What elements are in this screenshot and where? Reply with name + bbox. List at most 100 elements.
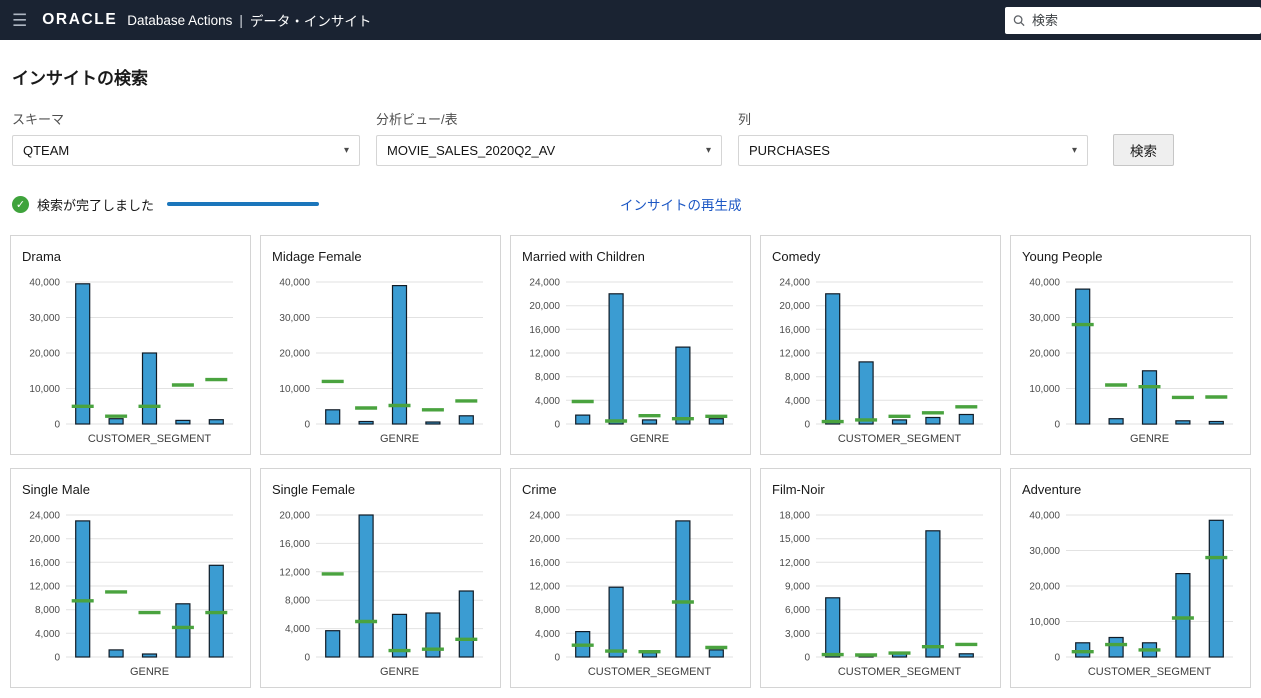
svg-text:20,000: 20,000 — [29, 534, 60, 545]
insight-card-title: Crime — [522, 482, 741, 497]
svg-text:GENRE: GENRE — [130, 666, 169, 678]
svg-text:8,000: 8,000 — [285, 596, 310, 607]
insight-chart: 0 4,000 8,000 12,000 16,000 20,000 GENRE — [270, 507, 491, 681]
column-label: 列 — [738, 109, 1088, 128]
svg-text:9,000: 9,000 — [785, 582, 810, 593]
search-input[interactable] — [1032, 13, 1253, 28]
schema-select[interactable]: QTEAM ▾ — [12, 135, 360, 166]
insight-chart: 010,00020,00030,00040,000GENRE — [270, 274, 491, 448]
hamburger-menu-icon[interactable]: ☰ — [12, 12, 27, 29]
insight-card[interactable]: Comedy 04,0008,00012,00016,00020,00024,0… — [760, 235, 1001, 455]
insight-card-title: Adventure — [1022, 482, 1241, 497]
svg-text:10,000: 10,000 — [279, 384, 310, 395]
chevron-down-icon: ▾ — [706, 145, 711, 156]
svg-text:0: 0 — [304, 420, 310, 431]
analytic-view-field: 分析ビュー/表 MOVIE_SALES_2020Q2_AV ▾ — [376, 109, 722, 166]
app-title[interactable]: Database Actions — [127, 13, 232, 28]
svg-text:6,000: 6,000 — [785, 605, 810, 616]
svg-text:12,000: 12,000 — [779, 349, 810, 360]
svg-text:15,000: 15,000 — [779, 534, 810, 545]
svg-text:12,000: 12,000 — [529, 582, 560, 593]
status-message: 検索が完了しました — [37, 195, 154, 214]
svg-text:20,000: 20,000 — [529, 301, 560, 312]
insights-grid: Drama 0 10,000 20,000 30,000 40,000 CUSTOMER_… — [10, 235, 1251, 688]
analytic-view-select[interactable]: MOVIE_SALES_2020Q2_AV ▾ — [376, 135, 722, 166]
insight-card[interactable]: Adventure 010,00020,00030,00040,000CUSTO… — [1010, 468, 1251, 688]
column-select[interactable]: PURCHASES ▾ — [738, 135, 1088, 166]
svg-text:8,000: 8,000 — [535, 372, 560, 383]
progress-line — [167, 202, 319, 206]
svg-text:CUSTOMER_SEGMENT: CUSTOMER_SEGMENT — [588, 666, 712, 678]
search-icon — [1013, 14, 1025, 27]
svg-text:0: 0 — [804, 653, 810, 664]
insight-card-title: Single Male — [22, 482, 241, 497]
insight-card-title: Single Female — [272, 482, 491, 497]
analytic-view-label: 分析ビュー/表 — [376, 109, 722, 128]
svg-text:0: 0 — [1054, 420, 1060, 431]
regenerate-insights-link[interactable]: インサイトの再生成 — [620, 194, 742, 214]
svg-text:8,000: 8,000 — [785, 372, 810, 383]
svg-text:24,000: 24,000 — [779, 278, 810, 289]
svg-text:10,000: 10,000 — [1029, 617, 1060, 628]
insight-card-title: Film-Noir — [772, 482, 991, 497]
svg-text:20,000: 20,000 — [279, 511, 310, 522]
search-button[interactable]: 検索 — [1113, 134, 1174, 166]
status-row: ✓ 検索が完了しました インサイトの再生成 — [12, 194, 1249, 214]
svg-text:12,000: 12,000 — [779, 558, 810, 569]
success-check-icon: ✓ — [12, 196, 29, 213]
insight-chart: 04,0008,00012,00016,00020,00024,000CUSTO… — [520, 507, 741, 681]
svg-text:20,000: 20,000 — [1029, 582, 1060, 593]
svg-text:12,000: 12,000 — [279, 567, 310, 578]
global-search-box[interactable] — [1005, 7, 1261, 34]
svg-text:16,000: 16,000 — [279, 539, 310, 550]
svg-text:16,000: 16,000 — [29, 558, 60, 569]
svg-text:20,000: 20,000 — [29, 349, 60, 360]
page-title: インサイトの検索 — [12, 64, 1261, 89]
svg-text:0: 0 — [554, 653, 560, 664]
insight-card[interactable]: Drama 010,00020,00030,00040,000CUSTOMER_… — [10, 235, 251, 455]
chevron-down-icon: ▾ — [1072, 145, 1077, 156]
svg-text:40,000: 40,000 — [279, 278, 310, 289]
svg-text:0: 0 — [54, 653, 60, 664]
chevron-down-icon: ▾ — [344, 145, 349, 156]
svg-text:12,000: 12,000 — [529, 349, 560, 360]
svg-text:0: 0 — [554, 420, 560, 431]
svg-text:4,000: 4,000 — [535, 629, 560, 640]
svg-text:GENRE: GENRE — [380, 666, 419, 678]
svg-text:40,000: 40,000 — [1029, 511, 1060, 522]
schema-label: スキーマ — [12, 109, 360, 128]
insight-card[interactable]: Crime 04,0008,00012,00016,00020,00024,00… — [510, 468, 751, 688]
insight-chart: 03,0006,0009,00012,00015,00018,000CUSTOM… — [770, 507, 991, 681]
analytic-view-select-value: MOVIE_SALES_2020Q2_AV — [387, 143, 555, 158]
svg-text:4,000: 4,000 — [785, 396, 810, 407]
svg-text:10,000: 10,000 — [29, 384, 60, 395]
insight-card[interactable]: Film-Noir 03,0006,0009,00012,00015,00018… — [760, 468, 1001, 688]
svg-text:CUSTOMER_SEGMENT: CUSTOMER_SEGMENT — [1088, 666, 1212, 678]
svg-text:30,000: 30,000 — [1029, 313, 1060, 324]
svg-text:40,000: 40,000 — [29, 278, 60, 289]
svg-text:8,000: 8,000 — [535, 605, 560, 616]
insight-card[interactable]: Young People 010,00020,00030,00040,000GE… — [1010, 235, 1251, 455]
svg-text:4,000: 4,000 — [35, 629, 60, 640]
insight-card[interactable]: Married with Children 04,0008,00012,0001… — [510, 235, 751, 455]
svg-text:30,000: 30,000 — [279, 313, 310, 324]
svg-text:GENRE: GENRE — [380, 433, 419, 445]
insight-card[interactable]: Single Male 04,0008,00012,00016,00020,00… — [10, 468, 251, 688]
insight-chart: 010,00020,00030,00040,000CUSTOMER_SEGMEN… — [1020, 507, 1241, 681]
svg-text:4,000: 4,000 — [285, 624, 310, 635]
svg-text:12,000: 12,000 — [29, 582, 60, 593]
insight-card[interactable]: Midage Female 010,00020,00030,00040,000G… — [260, 235, 501, 455]
svg-text:40,000: 40,000 — [1029, 278, 1060, 289]
insight-chart: 04,0008,00012,00016,00020,00024,000GENRE — [520, 274, 741, 448]
insight-card-title: Young People — [1022, 249, 1241, 264]
svg-text:CUSTOMER_SEGMENT: CUSTOMER_SEGMENT — [838, 666, 962, 678]
insight-card-title: Drama — [22, 249, 241, 264]
svg-text:0: 0 — [304, 653, 310, 664]
oracle-logo: ORACLE — [42, 11, 117, 29]
insight-card[interactable]: Single Female 0 4,000 8,000 12,000 16,000 20,… — [260, 468, 501, 688]
schema-field: スキーマ QTEAM ▾ — [12, 109, 360, 166]
svg-text:20,000: 20,000 — [1029, 349, 1060, 360]
svg-text:0: 0 — [804, 420, 810, 431]
svg-text:24,000: 24,000 — [29, 511, 60, 522]
svg-text:30,000: 30,000 — [29, 313, 60, 324]
